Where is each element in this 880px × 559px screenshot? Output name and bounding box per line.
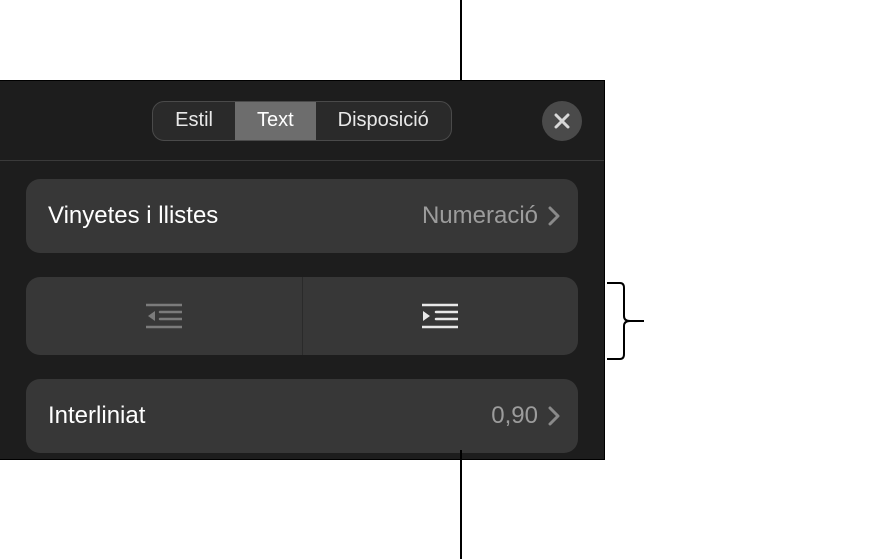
bullets-lists-row[interactable]: Vinyetes i llistes Numeració xyxy=(26,179,578,253)
close-button[interactable] xyxy=(542,101,582,141)
tab-layout[interactable]: Disposició xyxy=(316,102,451,140)
panel-header: Estil Text Disposició xyxy=(0,81,604,161)
indent-control xyxy=(26,277,578,355)
tab-text[interactable]: Text xyxy=(235,102,316,140)
panel-content: Vinyetes i llistes Numeració xyxy=(0,161,604,453)
line-spacing-value: 0,90 xyxy=(491,402,538,430)
callout-line-top xyxy=(460,0,462,90)
chevron-right-icon xyxy=(548,406,560,426)
callout-bracket-right xyxy=(606,282,646,360)
indent-button[interactable] xyxy=(303,277,579,355)
bullets-lists-label: Vinyetes i llistes xyxy=(48,202,422,230)
outdent-icon xyxy=(146,303,182,329)
close-icon xyxy=(553,112,571,130)
chevron-right-icon xyxy=(548,206,560,226)
line-spacing-label: Interliniat xyxy=(48,402,491,430)
indent-icon xyxy=(422,303,458,329)
bullets-lists-value: Numeració xyxy=(422,202,538,230)
format-panel: Estil Text Disposició Vinyetes i llistes… xyxy=(0,80,605,460)
callout-line-bottom xyxy=(460,450,462,559)
tab-segmented-control: Estil Text Disposició xyxy=(152,101,452,141)
outdent-button[interactable] xyxy=(26,277,303,355)
tab-style[interactable]: Estil xyxy=(153,102,235,140)
line-spacing-row[interactable]: Interliniat 0,90 xyxy=(26,379,578,453)
